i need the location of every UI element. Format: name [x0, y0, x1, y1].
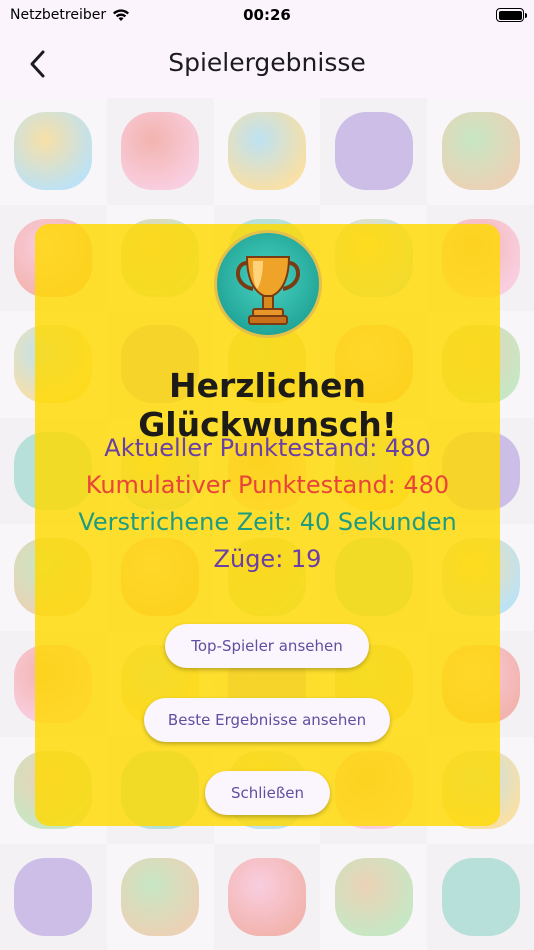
elapsed-time: Verstrichene Zeit: 40 Sekunden — [78, 508, 457, 536]
congratulations-heading: Herzlichen Glückwunsch! — [138, 366, 397, 444]
top-players-button[interactable]: Top-Spieler ansehen — [165, 624, 369, 668]
nav-bar: Spielergebnisse — [0, 30, 534, 98]
best-results-button[interactable]: Beste Ergebnisse ansehen — [144, 698, 390, 742]
status-bar: Netzbetreiber 00:26 — [0, 0, 534, 30]
page-title: Spielergebnisse — [168, 48, 366, 77]
battery-fill — [498, 10, 522, 20]
status-left: Netzbetreiber — [10, 7, 130, 23]
close-button[interactable]: Schließen — [205, 771, 330, 815]
carrier-label: Netzbetreiber — [10, 7, 107, 23]
results-dialog: Herzlichen Glückwunsch! Aktueller Punkte… — [35, 224, 500, 826]
wifi-icon — [113, 9, 130, 21]
current-score: Aktueller Punktestand: 480 — [104, 434, 431, 462]
battery-icon — [496, 8, 527, 22]
trophy-icon — [214, 230, 322, 338]
cumulative-score: Kumulativer Punktestand: 480 — [85, 471, 450, 499]
moves-count: Züge: 19 — [213, 545, 322, 573]
